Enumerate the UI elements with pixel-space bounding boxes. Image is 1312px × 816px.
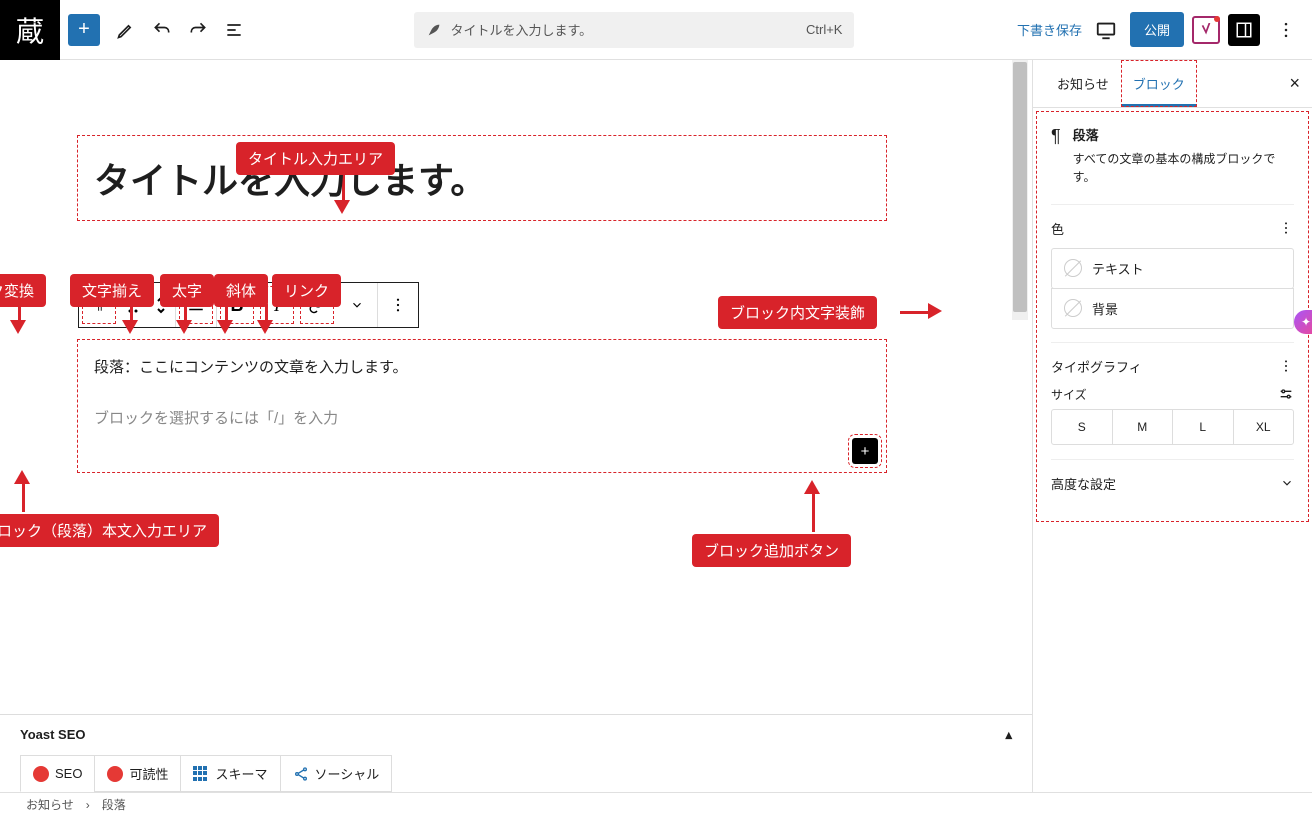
- color-heading: 色: [1051, 219, 1064, 238]
- breadcrumb-separator: ›: [86, 798, 90, 812]
- tab-block[interactable]: ブロック: [1121, 60, 1197, 107]
- undo-icon[interactable]: [144, 12, 180, 48]
- breadcrumb: お知らせ › 段落: [0, 792, 1312, 816]
- yoast-tab-social[interactable]: ソーシャル: [280, 755, 393, 792]
- yoast-icon[interactable]: [1192, 16, 1220, 44]
- annotation-link: リンク: [272, 274, 341, 307]
- more-formatting-icon[interactable]: [337, 283, 377, 327]
- grid-icon: [193, 766, 209, 782]
- yoast-title: Yoast SEO: [20, 727, 86, 743]
- document-outline-icon[interactable]: [216, 12, 252, 48]
- yoast-panel: Yoast SEO ▴ SEO 可読性 スキーマ ソーシャル: [0, 714, 1032, 792]
- sidebar-body: ¶ 段落 すべての文章の基本の構成ブロックです。 色 テキスト 背景 タイポグラ…: [1035, 110, 1310, 523]
- typography-heading: タイポグラフィ: [1051, 357, 1142, 376]
- edit-icon[interactable]: [108, 12, 144, 48]
- add-block-toolbar-button[interactable]: +: [68, 14, 100, 46]
- advanced-label: 高度な設定: [1051, 474, 1116, 493]
- size-buttons: S M L XL: [1051, 409, 1294, 445]
- tab-post[interactable]: お知らせ: [1045, 60, 1121, 107]
- yoast-schema-label: スキーマ: [215, 764, 267, 783]
- text-color-row[interactable]: テキスト: [1051, 248, 1294, 289]
- block-info: ¶ 段落 すべての文章の基本の構成ブロックです。: [1051, 126, 1294, 186]
- block-description: すべての文章の基本の構成ブロックです。: [1073, 150, 1294, 186]
- paragraph-text[interactable]: 段落：ここにコンテンツの文章を入力します。: [94, 354, 870, 381]
- background-color-row[interactable]: 背景: [1051, 288, 1294, 329]
- editor-column: タイトル入力エリア タイトルを入力します。 ブロック変換 文字揃え 太字 斜体 …: [0, 60, 1032, 792]
- block-name: 段落: [1073, 126, 1294, 146]
- yoast-seo-label: SEO: [55, 766, 82, 781]
- title-input-area[interactable]: タイトルを入力します。: [78, 136, 886, 220]
- annotation-text-align: 文字揃え: [70, 274, 154, 307]
- preview-icon[interactable]: [1090, 14, 1122, 46]
- publish-button[interactable]: 公開: [1130, 12, 1184, 47]
- yoast-panel-header[interactable]: Yoast SEO ▴: [0, 715, 1032, 755]
- chevron-down-icon: [1280, 476, 1294, 490]
- annotation-block-decoration: ブロック内文字装飾: [718, 296, 877, 329]
- inline-add-block-button[interactable]: +: [852, 438, 878, 464]
- top-toolbar: 蔵 + タイトルを入力します。 Ctrl+K 下書き保存 公開: [0, 0, 1312, 60]
- text-color-label: テキスト: [1092, 259, 1144, 278]
- yoast-readability-label: 可読性: [129, 764, 168, 783]
- share-icon: [293, 766, 309, 782]
- paragraph-icon: ¶: [1051, 126, 1061, 186]
- annotation-title-area: タイトル入力エリア: [236, 142, 395, 175]
- breadcrumb-current[interactable]: 段落: [102, 796, 126, 813]
- sad-face-icon: [107, 766, 123, 782]
- yoast-tab-seo[interactable]: SEO: [20, 755, 95, 792]
- size-xl[interactable]: XL: [1234, 410, 1294, 444]
- annotation-add-block: ブロック追加ボタン: [692, 534, 851, 567]
- sidebar-tabs: お知らせ ブロック ×: [1033, 60, 1312, 108]
- save-draft-link[interactable]: 下書き保存: [1017, 20, 1082, 39]
- settings-sidebar-toggle[interactable]: [1228, 14, 1260, 46]
- block-placeholder[interactable]: ブロックを選択するには「/」を入力: [94, 405, 870, 432]
- color-section: 色 テキスト 背景: [1051, 204, 1294, 342]
- block-more-options-icon[interactable]: [378, 283, 418, 327]
- feather-icon: [426, 22, 442, 38]
- yoast-tab-schema[interactable]: スキーマ: [180, 755, 280, 792]
- size-l[interactable]: L: [1173, 410, 1234, 444]
- collapse-icon: ▴: [1005, 727, 1012, 743]
- annotation-block-transform: ブロック変換: [0, 274, 46, 307]
- text-color-swatch: [1064, 259, 1082, 277]
- typography-section: タイポグラフィ サイズ S M L XL: [1051, 342, 1294, 459]
- title-placeholder-text: タイトルを入力します。: [450, 20, 592, 39]
- paragraph-block-area[interactable]: 段落：ここにコンテンツの文章を入力します。 ブロックを選択するには「/」を入力 …: [78, 340, 886, 472]
- yoast-tab-readability[interactable]: 可読性: [94, 755, 181, 792]
- redo-icon[interactable]: [180, 12, 216, 48]
- settings-sidebar: お知らせ ブロック × ¶ 段落 すべての文章の基本の構成ブロックです。 色 テ…: [1032, 60, 1312, 792]
- color-options-icon[interactable]: [1278, 220, 1294, 236]
- site-logo[interactable]: 蔵: [0, 0, 60, 60]
- sad-face-icon: [33, 766, 49, 782]
- annotation-italic: 斜体: [214, 274, 268, 307]
- size-m[interactable]: M: [1113, 410, 1174, 444]
- annotation-bold: 太字: [160, 274, 214, 307]
- more-options-icon[interactable]: [1268, 12, 1304, 48]
- size-settings-icon[interactable]: [1278, 386, 1294, 402]
- document-title-field[interactable]: タイトルを入力します。 Ctrl+K: [414, 12, 854, 48]
- close-sidebar-icon[interactable]: ×: [1289, 73, 1300, 94]
- size-label: サイズ: [1051, 386, 1087, 403]
- keyboard-shortcut: Ctrl+K: [806, 22, 842, 37]
- background-color-swatch: [1064, 299, 1082, 317]
- background-color-label: 背景: [1092, 299, 1118, 318]
- advanced-settings-toggle[interactable]: 高度な設定: [1051, 459, 1294, 507]
- size-s[interactable]: S: [1052, 410, 1113, 444]
- annotation-paragraph-area: ブロック（段落）本文入力エリア: [0, 514, 219, 547]
- yoast-social-label: ソーシャル: [315, 764, 380, 783]
- ai-assist-icon[interactable]: ✦: [1294, 310, 1312, 334]
- typography-options-icon[interactable]: [1278, 358, 1294, 374]
- breadcrumb-root[interactable]: お知らせ: [26, 796, 74, 813]
